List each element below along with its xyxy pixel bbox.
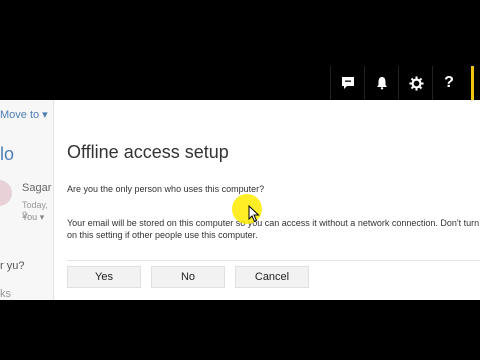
mail-list-background: Move to ▾ lo Sagar Today, 2 You ▾ r yu? …	[0, 100, 55, 300]
help-button[interactable]: ?	[432, 66, 465, 100]
notifications-button[interactable]	[364, 66, 399, 100]
gear-icon	[408, 75, 424, 91]
no-button[interactable]: No	[151, 266, 225, 288]
bell-icon	[377, 77, 387, 90]
chat-icon	[342, 77, 354, 89]
divider	[67, 260, 480, 261]
mouse-cursor-icon	[248, 205, 260, 223]
dialog-title: Offline access setup	[67, 142, 229, 162]
chat-button[interactable]	[330, 66, 365, 100]
offline-setup-dialog: Offline access setup Are you the only pe…	[53, 100, 480, 300]
move-to-button[interactable]: Move to ▾	[0, 108, 48, 121]
cancel-button[interactable]: Cancel	[235, 266, 309, 288]
greeting-text: lo	[0, 144, 15, 164]
yes-button[interactable]: Yes	[67, 266, 141, 288]
recipient-label: You ▾	[22, 212, 45, 222]
accent-bar	[471, 66, 474, 100]
sender-name: Sagar	[22, 182, 52, 194]
message-snippet: r yu?	[0, 260, 25, 272]
dialog-question: Are you the only person who uses this co…	[67, 184, 265, 194]
help-icon: ?	[444, 74, 454, 91]
dialog-description: Your email will be stored on this comput…	[67, 218, 480, 240]
app-window: ? Move to ▾ lo Sagar Today, 2 You ▾ r yu…	[0, 60, 480, 300]
top-bar: ?	[0, 60, 480, 100]
avatar	[0, 180, 12, 206]
message-snippet-2: ks	[0, 288, 11, 300]
settings-button[interactable]	[398, 66, 433, 100]
